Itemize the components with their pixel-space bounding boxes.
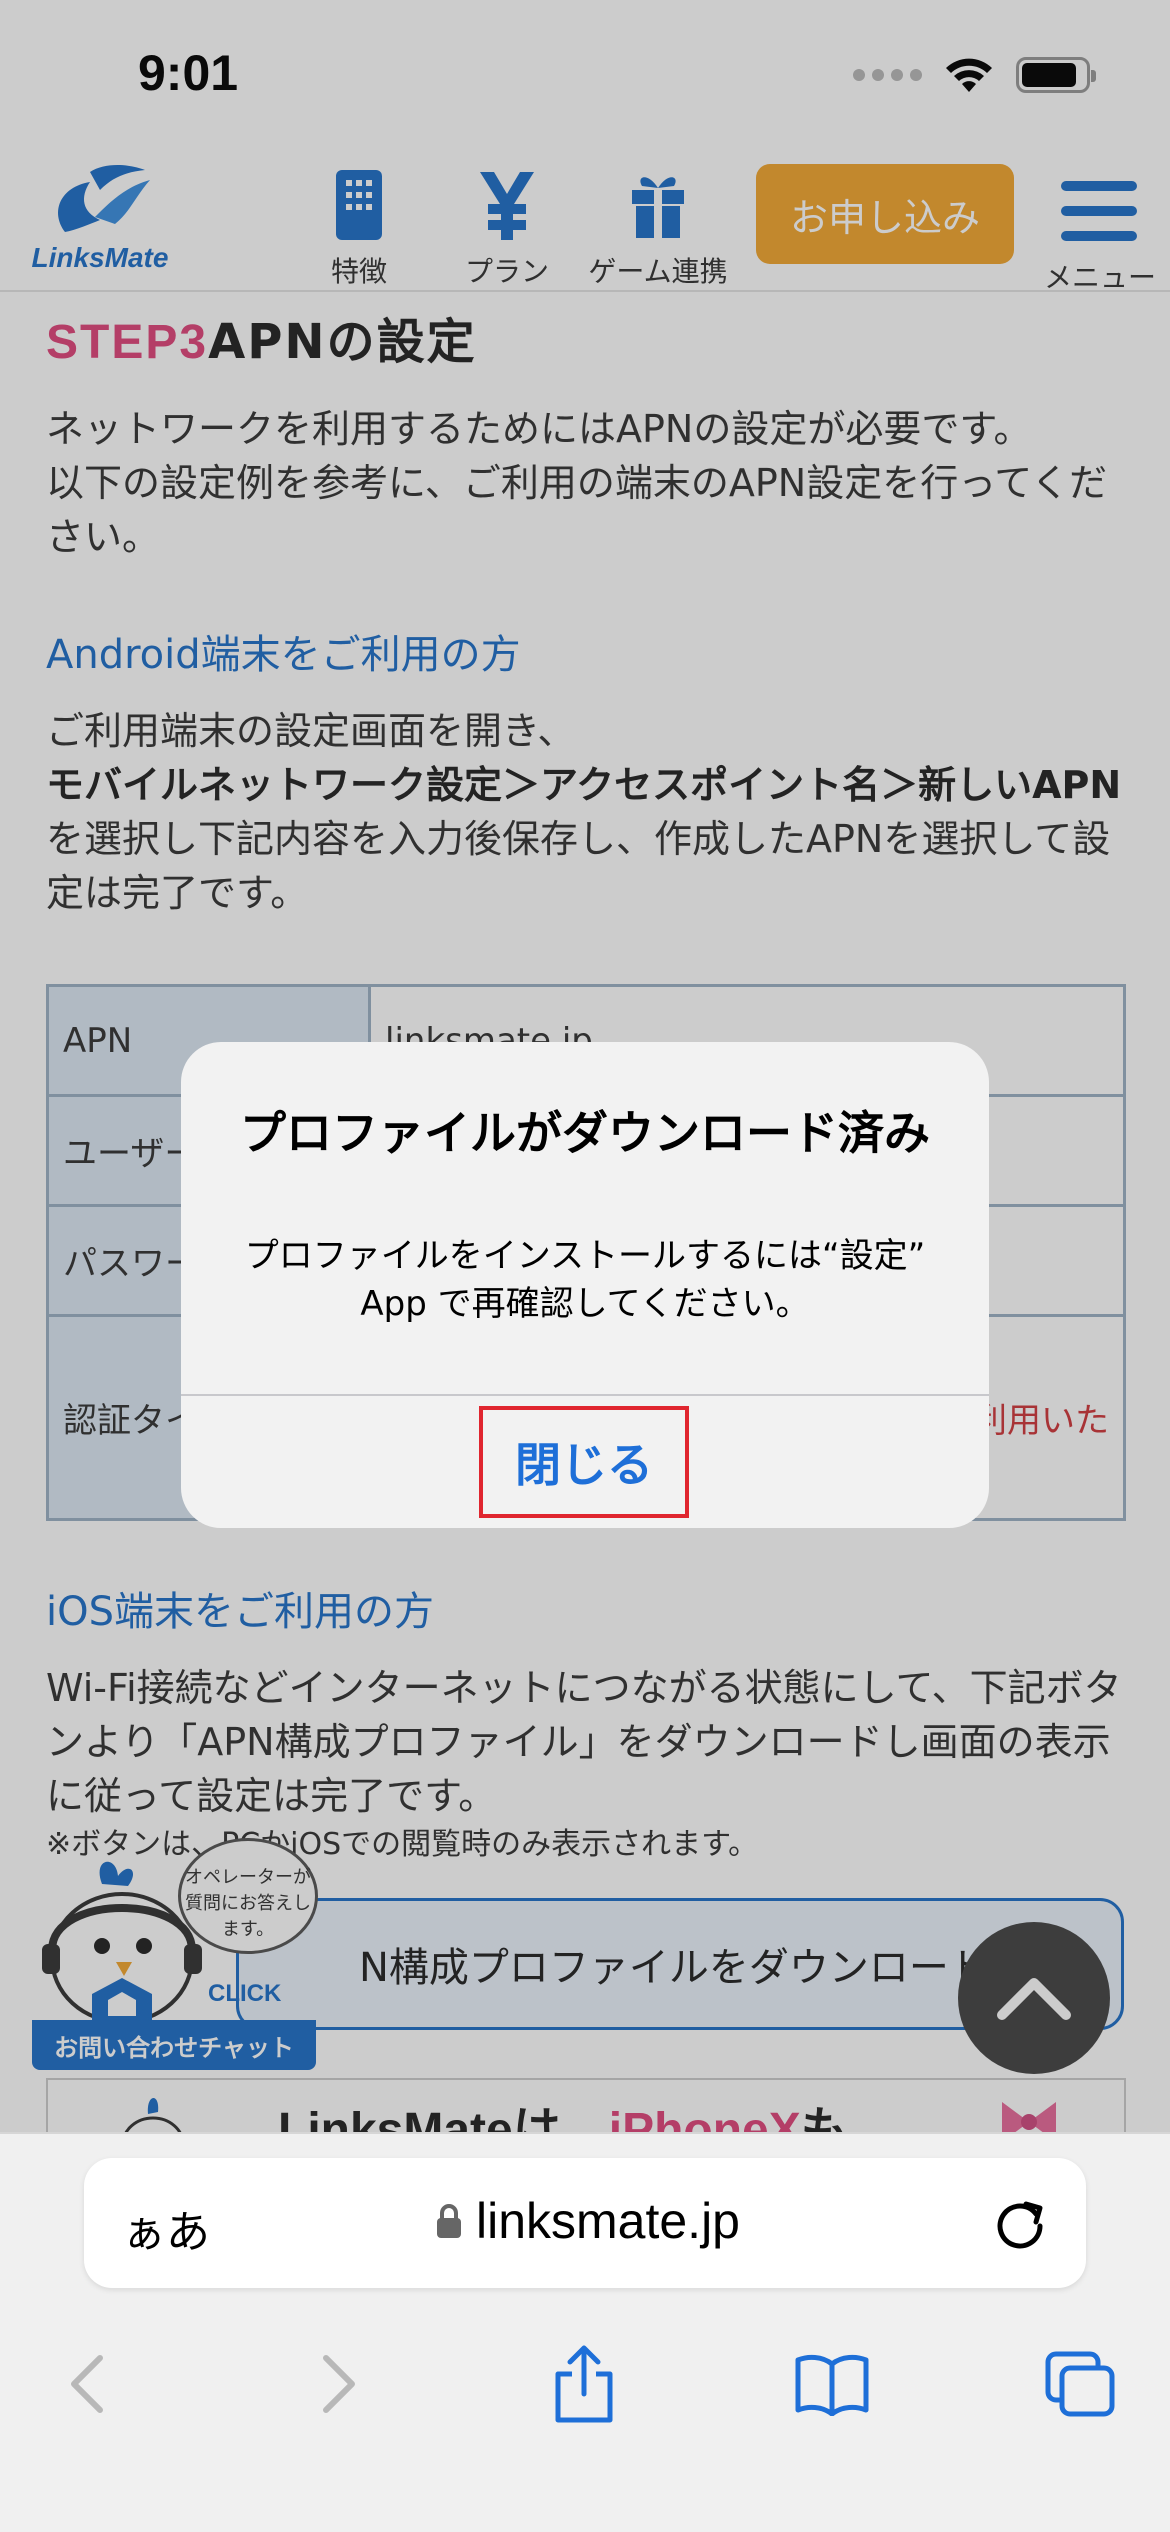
- chevron-right-icon: [323, 2355, 355, 2413]
- url-text: linksmate.jp: [476, 2193, 740, 2249]
- url-display[interactable]: linksmate.jp: [436, 2192, 740, 2250]
- back-button[interactable]: [36, 2334, 136, 2434]
- book-icon: [795, 2354, 869, 2416]
- alert-divider: [181, 1394, 989, 1396]
- reload-icon[interactable]: [990, 2194, 1050, 2254]
- browser-toolbar: ぁあ linksmate.jp: [0, 2132, 1170, 2532]
- address-bar[interactable]: ぁあ linksmate.jp: [84, 2158, 1086, 2288]
- alert-title: プロファイルがダウンロード済み: [240, 1106, 930, 1160]
- tabs-button[interactable]: [1030, 2334, 1130, 2434]
- lock-icon: [437, 2204, 461, 2238]
- alert-message: プロファイルをインストールするには“設定” App で再確認してください。: [244, 1236, 926, 1324]
- download-alert-dialog: プロファイルがダウンロード済み プロファイルをインストールするには“設定” Ap…: [181, 1042, 989, 1528]
- share-button[interactable]: [534, 2334, 634, 2434]
- share-icon: [555, 2345, 613, 2423]
- chevron-left-icon: [71, 2355, 103, 2413]
- bookmarks-button[interactable]: [782, 2334, 882, 2434]
- forward-button[interactable]: [290, 2334, 390, 2434]
- text-size-button[interactable]: ぁあ: [122, 2196, 210, 2260]
- tabs-icon: [1045, 2351, 1115, 2417]
- alert-close-button[interactable]: 閉じる: [479, 1406, 689, 1518]
